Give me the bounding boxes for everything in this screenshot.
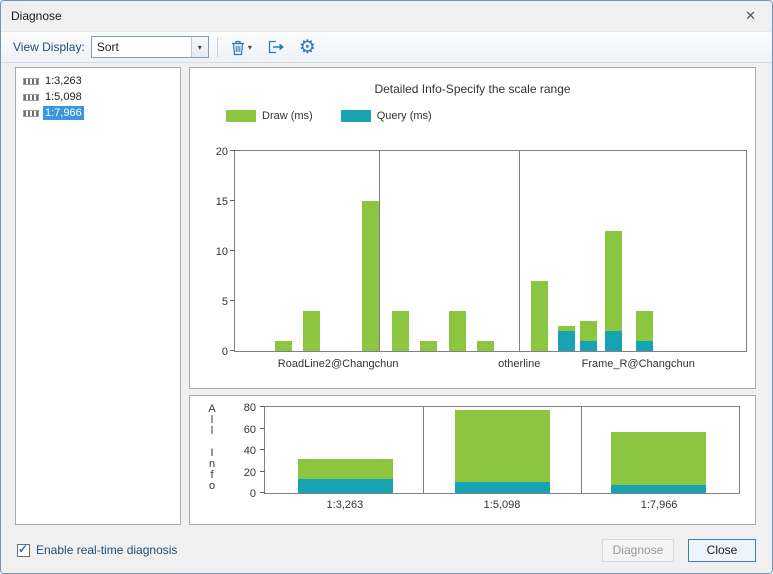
detail-plot xyxy=(234,150,747,352)
toolbar-separator xyxy=(217,37,218,57)
view-display-label: View Display: xyxy=(13,40,85,54)
bar xyxy=(605,231,622,351)
chart-legend: Draw (ms) Query (ms) xyxy=(226,110,432,122)
legend-item-query: Query (ms) xyxy=(341,110,432,122)
export-icon xyxy=(266,39,285,55)
bar xyxy=(392,311,409,351)
bar xyxy=(455,410,550,493)
scale-bar-icon xyxy=(23,78,39,85)
bar xyxy=(420,341,437,351)
close-button[interactable]: Close xyxy=(688,539,756,562)
summary-plot xyxy=(264,406,740,494)
delete-button[interactable]: ▾ xyxy=(226,36,256,59)
realtime-checkbox-row: ✓ Enable real-time diagnosis xyxy=(17,543,588,557)
bar xyxy=(298,459,393,493)
x-axis-labels: 1:3,2631:5,0981:7,966 xyxy=(264,499,740,515)
content-area: 1:3,263 1:5,098 1:7,966 Detailed Info-Spec… xyxy=(1,63,772,527)
x-axis-labels: RoadLine2@ChangchunotherlineFrame_R@Chan… xyxy=(234,358,747,374)
gear-icon: ⚙ xyxy=(299,38,316,57)
realtime-checkbox[interactable]: ✓ xyxy=(17,544,30,557)
export-button[interactable] xyxy=(262,36,289,58)
view-display-value: Sort xyxy=(92,40,191,54)
summary-chart-panel: All Info 020406080 1:3,2631:5,0981:7,966 xyxy=(189,395,756,525)
bar xyxy=(275,341,292,351)
y-axis-title: All Info xyxy=(206,404,218,492)
detail-chart-panel: Detailed Info-Specify the scale range Dr… xyxy=(189,67,756,389)
titlebar: Diagnose ✕ xyxy=(1,1,772,31)
draw-color-swatch xyxy=(226,110,256,122)
legend-label: Draw (ms) xyxy=(262,110,313,122)
query-color-swatch xyxy=(341,110,371,122)
settings-button[interactable]: ⚙ xyxy=(295,35,320,60)
chevron-down-icon[interactable]: ▾ xyxy=(191,37,208,57)
bar xyxy=(449,311,466,351)
scale-bar-icon xyxy=(23,94,39,101)
trash-icon xyxy=(230,39,246,56)
legend-item-draw: Draw (ms) xyxy=(226,110,313,122)
check-icon: ✓ xyxy=(18,542,28,556)
legend-label: Query (ms) xyxy=(377,110,432,122)
realtime-checkbox-label: Enable real-time diagnosis xyxy=(36,543,177,557)
scale-tree[interactable]: 1:3,263 1:5,098 1:7,966 xyxy=(15,67,181,525)
tree-item-label: 1:3,263 xyxy=(43,74,84,88)
bar xyxy=(558,326,575,351)
bar xyxy=(303,311,320,351)
bar xyxy=(362,201,379,351)
bar xyxy=(477,341,494,351)
diagnose-dialog: Diagnose ✕ View Display: Sort ▾ ▾ xyxy=(0,0,773,574)
diagnose-button[interactable]: Diagnose xyxy=(602,539,674,562)
y-axis-labels: 020406080 xyxy=(220,406,260,494)
tree-item-label: 1:5,098 xyxy=(43,90,84,104)
bar xyxy=(531,281,548,351)
window-title: Diagnose xyxy=(11,9,739,23)
scale-bar-icon xyxy=(23,110,39,117)
footer-bar: ✓ Enable real-time diagnosis Diagnose Cl… xyxy=(1,527,772,573)
y-axis-labels: 05101520 xyxy=(194,150,232,352)
bar xyxy=(611,432,706,493)
close-icon[interactable]: ✕ xyxy=(739,6,762,26)
tree-item[interactable]: 1:3,263 xyxy=(16,73,180,89)
tree-item[interactable]: 1:5,098 xyxy=(16,89,180,105)
tree-item-label: 1:7,966 xyxy=(43,106,84,120)
delete-dropdown-arrow-icon[interactable]: ▾ xyxy=(248,43,252,52)
tree-item[interactable]: 1:7,966 xyxy=(16,105,180,121)
bar xyxy=(580,321,597,351)
chart-title: Detailed Info-Specify the scale range xyxy=(190,82,755,96)
toolbar: View Display: Sort ▾ ▾ xyxy=(1,31,772,63)
bar xyxy=(636,311,653,351)
view-display-select[interactable]: Sort ▾ xyxy=(91,36,209,58)
